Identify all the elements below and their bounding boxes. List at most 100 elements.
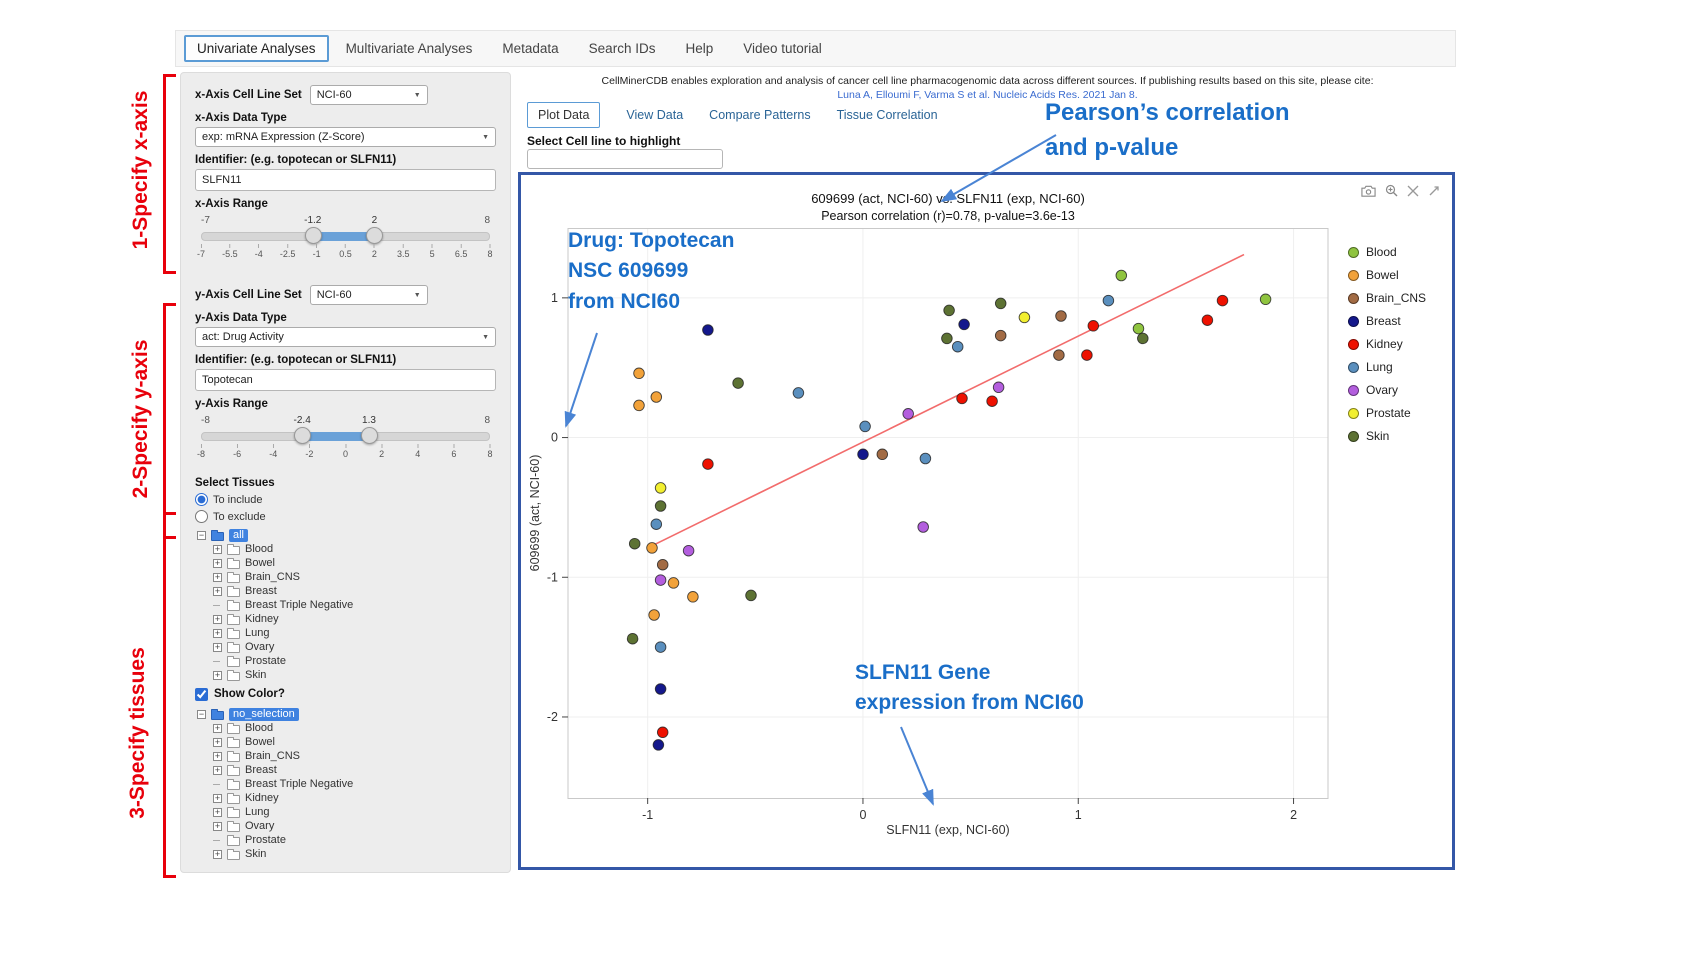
data-point-ovary[interactable]: [655, 575, 666, 586]
y-data-type-select[interactable]: act: Drug Activity ▼: [195, 327, 496, 347]
data-point-blood[interactable]: [1260, 294, 1271, 305]
nav-item-search-ids[interactable]: Search IDs: [576, 35, 669, 62]
data-point-kidney[interactable]: [703, 459, 714, 470]
data-point-brain-cns[interactable]: [657, 559, 668, 570]
data-point-skin[interactable]: [942, 333, 953, 344]
data-point-bowel[interactable]: [688, 592, 699, 603]
data-point-skin[interactable]: [733, 378, 744, 389]
x-data-type-select[interactable]: exp: mRNA Expression (Z-Score) ▼: [195, 127, 496, 147]
expand-icon[interactable]: +: [213, 615, 222, 624]
zoom-in-icon[interactable]: [1385, 184, 1398, 197]
tree-item-lung[interactable]: +Lung: [213, 626, 496, 640]
data-point-lung[interactable]: [651, 519, 662, 530]
x-cell-line-set-select[interactable]: NCI-60 ▼: [310, 85, 428, 105]
tree-item-brain-cns[interactable]: +Brain_CNS: [213, 570, 496, 584]
data-point-blood[interactable]: [1133, 323, 1144, 334]
tree-item-bowel[interactable]: +Bowel: [213, 556, 496, 570]
y-axis-range-slider[interactable]: -88-2.41.3-8-6-4-202468: [201, 415, 490, 465]
radio-to-exclude-input[interactable]: [195, 510, 208, 523]
expand-icon[interactable]: +: [213, 545, 222, 554]
radio-to-exclude[interactable]: To exclude: [195, 508, 496, 525]
collapse-icon[interactable]: −: [197, 710, 206, 719]
data-point-kidney[interactable]: [1082, 350, 1093, 361]
data-point-skin[interactable]: [627, 633, 638, 644]
x-identifier-input[interactable]: [195, 169, 496, 191]
data-point-skin[interactable]: [629, 538, 640, 549]
data-point-lung[interactable]: [793, 388, 804, 399]
data-point-kidney[interactable]: [1217, 295, 1228, 306]
data-point-brain-cns[interactable]: [995, 330, 1006, 341]
camera-icon[interactable]: [1361, 185, 1376, 197]
tree-item-breast-triple-negative[interactable]: Breast Triple Negative: [213, 777, 496, 791]
tree-item-skin[interactable]: +Skin: [213, 847, 496, 861]
data-point-skin[interactable]: [1138, 333, 1149, 344]
tree-item-blood[interactable]: +Blood: [213, 721, 496, 735]
nav-item-univariate-analyses[interactable]: Univariate Analyses: [184, 35, 329, 62]
data-point-skin[interactable]: [944, 305, 955, 316]
tree-item-kidney[interactable]: +Kidney: [213, 612, 496, 626]
nav-item-metadata[interactable]: Metadata: [489, 35, 571, 62]
legend-item-brain-cns[interactable]: Brain_CNS: [1348, 291, 1426, 305]
tree-item-prostate[interactable]: Prostate: [213, 833, 496, 847]
data-point-ovary[interactable]: [918, 522, 929, 533]
tab-tissue-correlation[interactable]: Tissue Correlation: [837, 108, 938, 122]
data-point-ovary[interactable]: [903, 409, 914, 420]
nav-item-video-tutorial[interactable]: Video tutorial: [730, 35, 835, 62]
tree-item-lung[interactable]: +Lung: [213, 805, 496, 819]
tree-item-ovary[interactable]: +Ovary: [213, 640, 496, 654]
y-identifier-input[interactable]: [195, 369, 496, 391]
data-point-breast[interactable]: [703, 325, 714, 336]
tab-compare-patterns[interactable]: Compare Patterns: [709, 108, 810, 122]
zoom-box-icon[interactable]: [1407, 185, 1419, 197]
data-point-lung[interactable]: [1103, 295, 1114, 306]
expand-icon[interactable]: +: [213, 822, 222, 831]
data-point-lung[interactable]: [920, 453, 931, 464]
data-point-ovary[interactable]: [683, 545, 694, 556]
nav-item-help[interactable]: Help: [672, 35, 726, 62]
expand-icon[interactable]: +: [213, 766, 222, 775]
data-point-breast[interactable]: [655, 684, 666, 695]
data-point-bowel[interactable]: [649, 610, 660, 621]
data-point-prostate[interactable]: [1019, 312, 1030, 323]
data-point-prostate[interactable]: [655, 483, 666, 494]
expand-icon[interactable]: +: [213, 671, 222, 680]
data-point-kidney[interactable]: [1202, 315, 1213, 326]
tree-item-kidney[interactable]: +Kidney: [213, 791, 496, 805]
data-point-brain-cns[interactable]: [877, 449, 888, 460]
data-point-breast[interactable]: [959, 319, 970, 330]
legend-item-kidney[interactable]: Kidney: [1348, 337, 1426, 351]
tab-plot-data[interactable]: Plot Data: [527, 102, 600, 128]
data-point-lung[interactable]: [655, 642, 666, 653]
data-point-bowel[interactable]: [634, 400, 645, 411]
data-point-skin[interactable]: [746, 590, 757, 601]
tree-root-no-selection[interactable]: −no_selection: [197, 707, 496, 721]
y-cell-line-set-select[interactable]: NCI-60 ▼: [310, 285, 428, 305]
data-point-bowel[interactable]: [634, 368, 645, 379]
tree-item-skin[interactable]: +Skin: [213, 668, 496, 682]
tab-view-data[interactable]: View Data: [626, 108, 683, 122]
tree-item-blood[interactable]: +Blood: [213, 542, 496, 556]
tree-item-breast[interactable]: +Breast: [213, 584, 496, 598]
data-point-bowel[interactable]: [668, 578, 679, 589]
data-point-kidney[interactable]: [657, 727, 668, 738]
legend-item-ovary[interactable]: Ovary: [1348, 383, 1426, 397]
x-axis-range-slider-to-handle[interactable]: [366, 227, 383, 244]
expand-icon[interactable]: +: [213, 724, 222, 733]
data-point-skin[interactable]: [655, 501, 666, 512]
data-point-bowel[interactable]: [647, 543, 658, 554]
show-color-row[interactable]: Show Color?: [195, 684, 496, 704]
expand-icon[interactable]: +: [213, 808, 222, 817]
tree-item-prostate[interactable]: Prostate: [213, 654, 496, 668]
y-axis-range-slider-to-handle[interactable]: [361, 427, 378, 444]
scatter-plot[interactable]: -1012-2-101: [521, 228, 1351, 853]
nav-item-multivariate-analyses[interactable]: Multivariate Analyses: [333, 35, 486, 62]
tree-item-brain-cns[interactable]: +Brain_CNS: [213, 749, 496, 763]
tree-item-ovary[interactable]: +Ovary: [213, 819, 496, 833]
collapse-icon[interactable]: −: [197, 531, 206, 540]
highlight-input[interactable]: [527, 149, 723, 169]
citation-link[interactable]: Luna A, Elloumi F, Varma S et al. Nuclei…: [837, 88, 1137, 102]
tree-item-bowel[interactable]: +Bowel: [213, 735, 496, 749]
y-axis-range-slider-from-handle[interactable]: [294, 427, 311, 444]
data-point-brain-cns[interactable]: [1054, 350, 1065, 361]
tree-item-breast[interactable]: +Breast: [213, 763, 496, 777]
